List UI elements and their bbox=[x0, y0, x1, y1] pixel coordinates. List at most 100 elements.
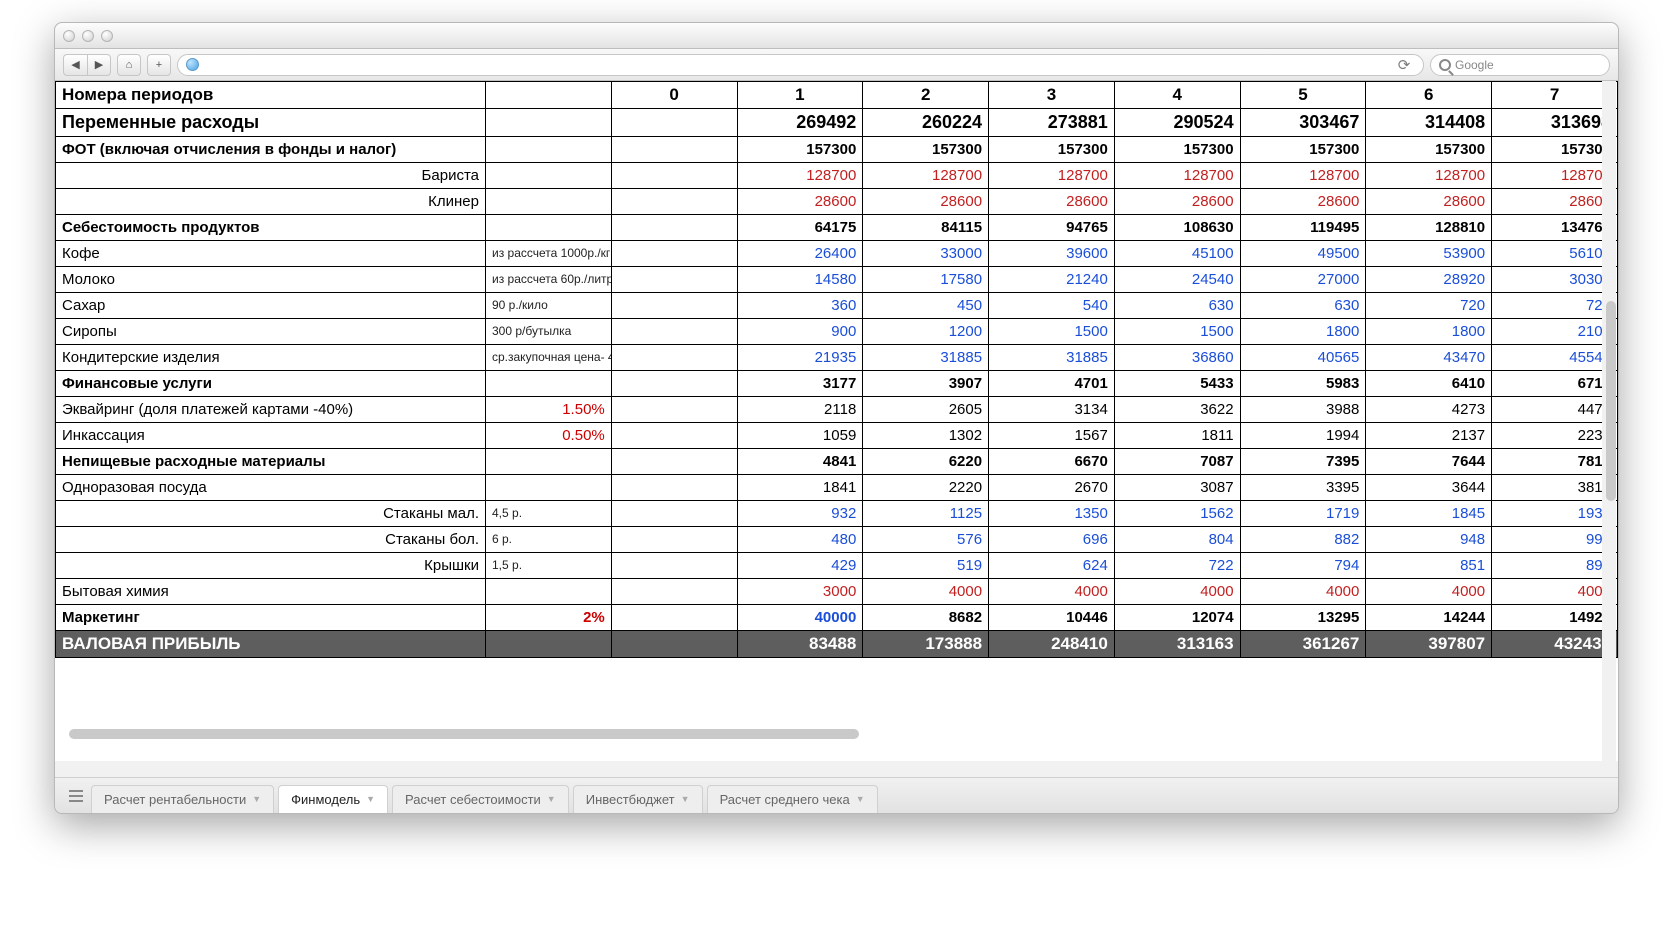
cell[interactable]: 40000 bbox=[737, 605, 863, 631]
cell[interactable] bbox=[611, 137, 737, 163]
cell[interactable]: 3177 bbox=[737, 371, 863, 397]
cell[interactable]: 14244 bbox=[1366, 605, 1492, 631]
cell[interactable]: 24540 bbox=[1114, 267, 1240, 293]
cell[interactable]: 108630 bbox=[1114, 215, 1240, 241]
cell[interactable]: 10446 bbox=[989, 605, 1115, 631]
cell[interactable]: 1500 bbox=[989, 319, 1115, 345]
row-note[interactable]: 1,5 р. bbox=[486, 553, 612, 579]
back-button[interactable]: ◀ bbox=[63, 54, 87, 76]
maximize-icon[interactable] bbox=[101, 30, 113, 42]
row-note[interactable] bbox=[486, 371, 612, 397]
cell[interactable] bbox=[611, 293, 737, 319]
cell[interactable]: 36860 bbox=[1114, 345, 1240, 371]
cell[interactable]: 40565 bbox=[1240, 345, 1366, 371]
cell[interactable]: 6670 bbox=[989, 449, 1115, 475]
row-note[interactable] bbox=[486, 631, 612, 658]
cell[interactable] bbox=[611, 163, 737, 189]
cell[interactable]: 157300 bbox=[1240, 137, 1366, 163]
cell[interactable]: 1562 bbox=[1114, 501, 1240, 527]
cell[interactable]: 1125 bbox=[863, 501, 989, 527]
cell[interactable]: 948 bbox=[1366, 527, 1492, 553]
cell[interactable]: 84115 bbox=[863, 215, 989, 241]
cell[interactable] bbox=[611, 319, 737, 345]
cell[interactable] bbox=[611, 215, 737, 241]
cell[interactable]: 128700 bbox=[1240, 163, 1366, 189]
cell[interactable]: 303467 bbox=[1240, 109, 1366, 137]
cell[interactable]: 39600 bbox=[989, 241, 1115, 267]
cell[interactable]: 30300 bbox=[1492, 267, 1618, 293]
cell[interactable]: 43470 bbox=[1366, 345, 1492, 371]
cell[interactable]: 3395 bbox=[1240, 475, 1366, 501]
chevron-down-icon[interactable]: ▼ bbox=[366, 794, 375, 804]
cell[interactable]: 624 bbox=[989, 553, 1115, 579]
row-note[interactable]: 0.50% bbox=[486, 423, 612, 449]
cell[interactable]: 900 bbox=[737, 319, 863, 345]
row-label[interactable]: Стаканы бол. bbox=[56, 527, 486, 553]
cell[interactable]: 720 bbox=[1366, 293, 1492, 319]
cell[interactable]: 3000 bbox=[737, 579, 863, 605]
cell[interactable]: 28600 bbox=[737, 189, 863, 215]
cell[interactable]: 56100 bbox=[1492, 241, 1618, 267]
add-button[interactable]: + bbox=[147, 54, 171, 76]
row-label[interactable]: Бытовая химия bbox=[56, 579, 486, 605]
scrollbar-thumb-vertical[interactable] bbox=[1606, 301, 1616, 501]
cell[interactable]: 269492 bbox=[737, 109, 863, 137]
cell[interactable]: 450 bbox=[863, 293, 989, 319]
cell[interactable]: 128810 bbox=[1366, 215, 1492, 241]
cell[interactable]: 128700 bbox=[989, 163, 1115, 189]
cell[interactable]: 128700 bbox=[863, 163, 989, 189]
cell[interactable]: 851 bbox=[1366, 553, 1492, 579]
cell[interactable]: 7395 bbox=[1240, 449, 1366, 475]
cell[interactable]: 3812 bbox=[1492, 475, 1618, 501]
row-label[interactable]: Кофе bbox=[56, 241, 486, 267]
cell[interactable]: 28600 bbox=[1492, 189, 1618, 215]
cell[interactable]: 722 bbox=[1114, 553, 1240, 579]
cell[interactable]: 157300 bbox=[1114, 137, 1240, 163]
cell[interactable]: 157300 bbox=[1366, 137, 1492, 163]
chevron-down-icon[interactable]: ▼ bbox=[547, 794, 556, 804]
row-label[interactable]: ВАЛОВАЯ ПРИБЫЛЬ bbox=[56, 631, 486, 658]
cell[interactable]: 290524 bbox=[1114, 109, 1240, 137]
cell[interactable]: 13295 bbox=[1240, 605, 1366, 631]
cell[interactable]: 804 bbox=[1114, 527, 1240, 553]
cell[interactable]: 314408 bbox=[1366, 109, 1492, 137]
cell[interactable]: 4000 bbox=[1366, 579, 1492, 605]
row-label[interactable]: Клинер bbox=[56, 189, 486, 215]
row-note[interactable] bbox=[486, 579, 612, 605]
search-bar[interactable]: Google bbox=[1430, 54, 1610, 76]
cell[interactable]: 94765 bbox=[989, 215, 1115, 241]
cell[interactable]: 540 bbox=[989, 293, 1115, 319]
cell[interactable]: 4273 bbox=[1366, 397, 1492, 423]
close-icon[interactable] bbox=[63, 30, 75, 42]
row-label[interactable]: Стаканы мал. bbox=[56, 501, 486, 527]
row-label[interactable]: Маркетинг bbox=[56, 605, 486, 631]
cell[interactable]: 33000 bbox=[863, 241, 989, 267]
cell[interactable]: 6410 bbox=[1366, 371, 1492, 397]
row-label[interactable]: Бариста bbox=[56, 163, 486, 189]
row-note[interactable]: из рассчета 60р./литр bbox=[486, 267, 612, 293]
cell[interactable]: 720 bbox=[1492, 293, 1618, 319]
row-label[interactable]: Крышки bbox=[56, 553, 486, 579]
cell[interactable]: 1350 bbox=[989, 501, 1115, 527]
row-label[interactable]: Непищевые расходные материалы bbox=[56, 449, 486, 475]
cell[interactable]: 157300 bbox=[989, 137, 1115, 163]
cell[interactable]: 7812 bbox=[1492, 449, 1618, 475]
cell[interactable]: 480 bbox=[737, 527, 863, 553]
cell[interactable]: 794 bbox=[1240, 553, 1366, 579]
cell[interactable]: 891 bbox=[1492, 553, 1618, 579]
cell[interactable] bbox=[611, 371, 737, 397]
cell[interactable]: 3644 bbox=[1366, 475, 1492, 501]
cell[interactable]: 4701 bbox=[989, 371, 1115, 397]
cell[interactable]: 1800 bbox=[1366, 319, 1492, 345]
cell[interactable]: 128700 bbox=[1492, 163, 1618, 189]
row-label[interactable]: Сиропы bbox=[56, 319, 486, 345]
cell[interactable]: 432432 bbox=[1492, 631, 1618, 658]
cell[interactable]: 45540 bbox=[1492, 345, 1618, 371]
cell[interactable]: 1200 bbox=[863, 319, 989, 345]
cell[interactable]: 248410 bbox=[989, 631, 1115, 658]
row-note[interactable]: 1.50% bbox=[486, 397, 612, 423]
row-note[interactable]: из рассчета 1000р./кг bbox=[486, 241, 612, 267]
cell[interactable]: 361267 bbox=[1240, 631, 1366, 658]
cell[interactable] bbox=[611, 397, 737, 423]
chevron-down-icon[interactable]: ▼ bbox=[856, 794, 865, 804]
